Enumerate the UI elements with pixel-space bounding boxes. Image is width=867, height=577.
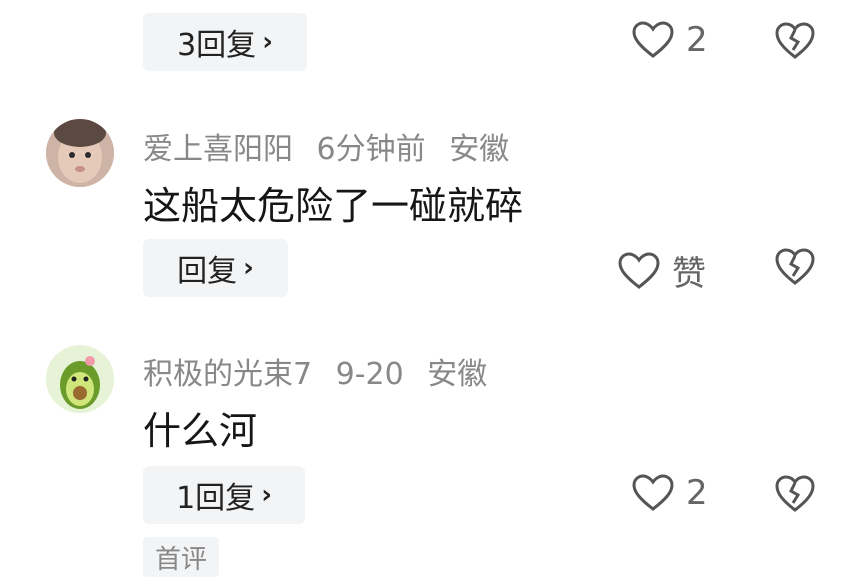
- like-button[interactable]: 2: [632, 20, 708, 60]
- username[interactable]: 积极的光束7: [143, 357, 312, 392]
- like-count: 2: [686, 473, 708, 513]
- chevron-right-icon: ›: [262, 27, 273, 57]
- location: 安徽: [427, 357, 488, 392]
- like-count: 2: [686, 20, 708, 60]
- comment-meta: 爱上喜阳阳 6分钟前 安徽: [143, 124, 523, 168]
- location: 安徽: [449, 132, 510, 167]
- heart-outline-icon: [632, 21, 674, 58]
- reply-button[interactable]: 3回复 ›: [143, 13, 307, 71]
- timestamp: 9-20: [335, 357, 404, 392]
- reply-button-label: 3回复: [177, 28, 257, 63]
- like-button[interactable]: 2: [632, 473, 708, 513]
- avatar[interactable]: [46, 345, 114, 413]
- reply-button-label: 回复: [177, 254, 238, 289]
- timestamp: 6分钟前: [316, 132, 426, 167]
- reply-button[interactable]: 回复 ›: [143, 239, 288, 297]
- like-button[interactable]: 赞: [618, 246, 706, 295]
- heart-outline-icon: [632, 474, 674, 511]
- broken-heart-icon[interactable]: [775, 248, 815, 286]
- comment-text: 这船太危险了一碰就碎: [143, 184, 524, 228]
- reply-button[interactable]: 1回复 ›: [143, 466, 305, 524]
- chevron-right-icon: ›: [243, 253, 254, 283]
- username[interactable]: 爱上喜阳阳: [143, 132, 293, 167]
- reply-button-label: 1回复: [176, 481, 256, 516]
- comment-meta: 积极的光束7 9-20 安徽: [143, 349, 501, 393]
- heart-outline-icon: [618, 251, 660, 289]
- chevron-right-icon: ›: [261, 480, 272, 510]
- comment-text: 什么河: [143, 409, 258, 453]
- avatar[interactable]: [46, 119, 114, 187]
- broken-heart-icon[interactable]: [775, 22, 815, 60]
- broken-heart-icon[interactable]: [775, 475, 815, 513]
- like-label: 赞: [672, 254, 706, 294]
- first-comment-badge: 首评: [143, 537, 219, 577]
